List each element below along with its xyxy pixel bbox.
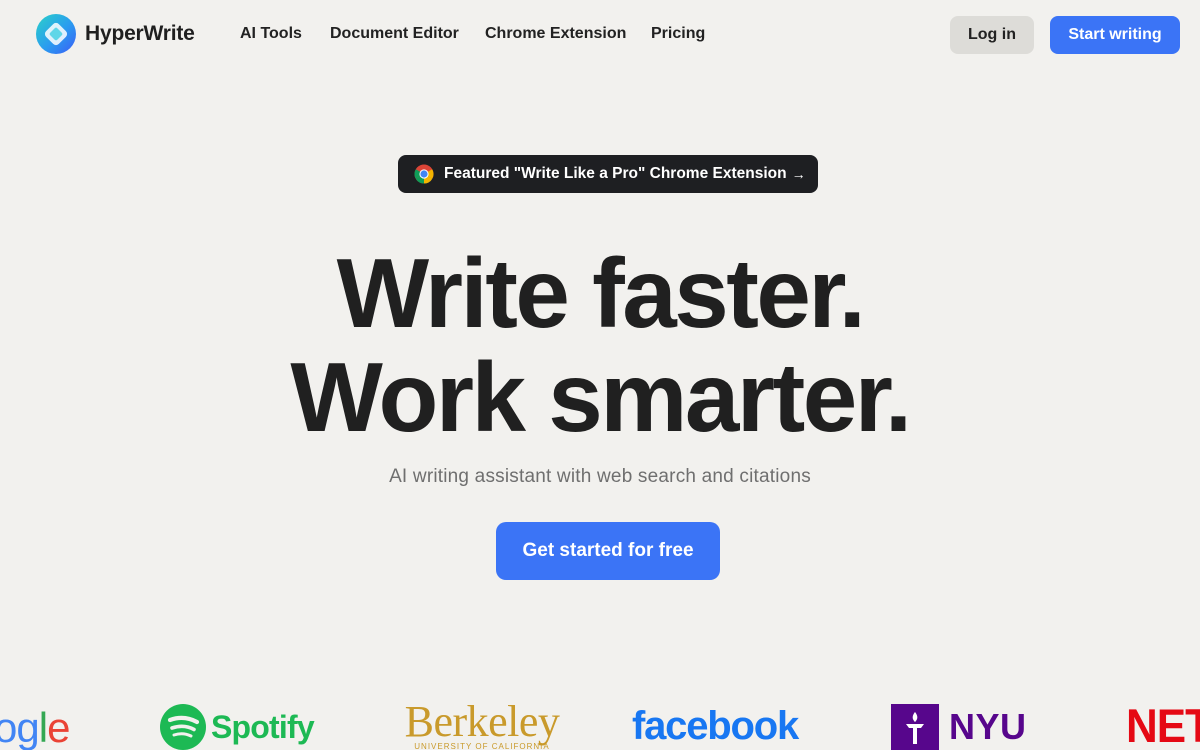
hero-headline-line1: Write faster. bbox=[336, 238, 866, 348]
hero-headline-line2: Work smarter. bbox=[290, 342, 912, 452]
brand-home-link[interactable]: HyperWrite bbox=[36, 14, 195, 54]
google-logo-letter: g bbox=[16, 704, 39, 750]
facebook-logo: facebook bbox=[632, 704, 799, 748]
berkeley-logo: Berkeley UNIVERSITY OF CALIFORNIA bbox=[402, 700, 562, 750]
spotify-wordmark: Spotify bbox=[211, 708, 315, 745]
nav-pricing[interactable]: Pricing bbox=[651, 24, 705, 44]
chrome-icon bbox=[414, 164, 434, 184]
spotify-icon bbox=[160, 704, 206, 750]
hyperwrite-logo-icon bbox=[36, 14, 76, 54]
featured-text: Featured "Write Like a Pro" Chrome Exten… bbox=[444, 165, 787, 182]
google-logo: ogle bbox=[0, 704, 70, 750]
get-started-button[interactable]: Get started for free bbox=[496, 522, 720, 580]
arrow-right-icon: → bbox=[791, 166, 806, 182]
login-button[interactable]: Log in bbox=[950, 16, 1034, 54]
nav-chrome-extension[interactable]: Chrome Extension bbox=[485, 24, 626, 44]
google-logo-letter: l bbox=[38, 704, 48, 750]
start-writing-button[interactable]: Start writing bbox=[1050, 16, 1180, 54]
google-logo-letter: o bbox=[0, 704, 17, 750]
berkeley-wordmark: Berkeley bbox=[404, 697, 560, 746]
nav-document-editor[interactable]: Document Editor bbox=[330, 24, 459, 44]
nyu-wordmark: NYU bbox=[949, 706, 1027, 747]
google-logo-letter: e bbox=[47, 704, 70, 750]
spotify-logo: Spotify bbox=[160, 704, 315, 750]
brand-name: HyperWrite bbox=[85, 22, 195, 45]
site-header: HyperWrite AI Tools Document Editor Chro… bbox=[0, 0, 1200, 68]
customer-logos-strip: ogle Spotify Berkeley UNIVERSITY OF CALI… bbox=[0, 690, 1200, 750]
hero-subtitle: AI writing assistant with web search and… bbox=[389, 466, 811, 487]
netflix-logo: NETF bbox=[1126, 700, 1200, 750]
nyu-torch-icon bbox=[891, 704, 939, 750]
featured-extension-banner[interactable]: Featured "Write Like a Pro" Chrome Exten… bbox=[398, 155, 818, 193]
berkeley-subtitle: UNIVERSITY OF CALIFORNIA bbox=[414, 742, 550, 750]
nav-ai-tools[interactable]: AI Tools bbox=[240, 24, 302, 44]
nyu-logo: NYU bbox=[891, 704, 1027, 750]
